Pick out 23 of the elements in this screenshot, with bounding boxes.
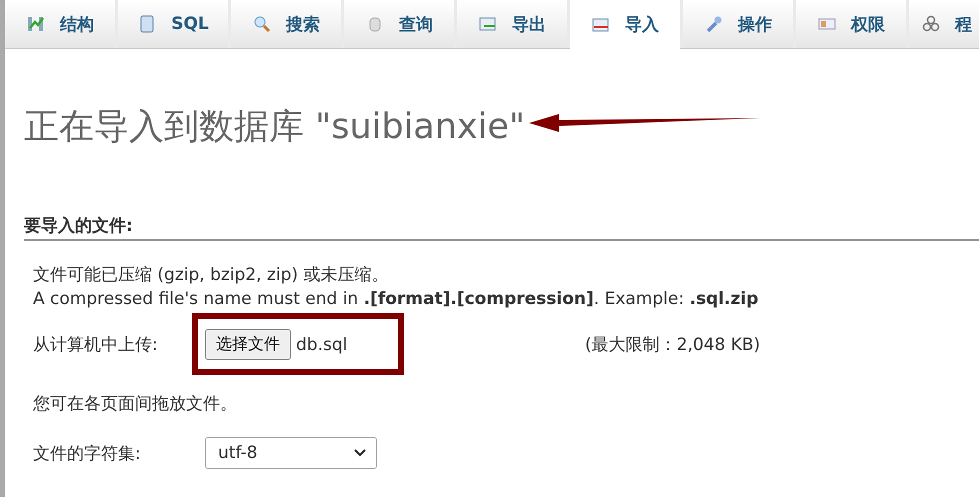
search-icon — [252, 14, 272, 34]
charset-label: 文件的字符集: — [33, 442, 142, 464]
chevron-down-icon — [354, 449, 366, 457]
wrench-icon — [704, 14, 724, 34]
chart-icon — [26, 14, 46, 34]
drag-hint: 您可在各页面间拖放文件。 — [33, 393, 238, 415]
tab[interactable]: 程 — [909, 0, 979, 48]
tab[interactable]: 导入 — [570, 0, 680, 49]
tab[interactable]: SQL — [118, 0, 228, 48]
choose-file-button[interactable]: 选择文件 — [205, 329, 291, 360]
tab[interactable]: 搜索 — [231, 0, 341, 48]
tab[interactable]: 操作 — [683, 0, 793, 48]
tab[interactable]: 权限 — [796, 0, 906, 48]
note-text: 文件可能已压缩 (gzip, bzip2, zip) 或未压缩。 A compressed file's name must end in .[format].[compression]. Example: .sql.zip — [33, 264, 760, 311]
file-name: db.sql — [296, 334, 348, 354]
page-heading: 正在导入到数据库 "suibianxie" — [24, 106, 526, 149]
tab[interactable]: 结构 — [5, 0, 115, 48]
tab[interactable]: 查询 — [344, 0, 454, 48]
upload-label: 从计算机中上传: — [33, 334, 159, 356]
charset-dropdown[interactable]: utf-8 — [205, 437, 377, 469]
section-heading: 要导入的文件: — [24, 214, 979, 241]
tab[interactable]: 导出 — [457, 0, 567, 48]
max-size-text: (最大限制：2,048 KB) — [585, 334, 760, 356]
